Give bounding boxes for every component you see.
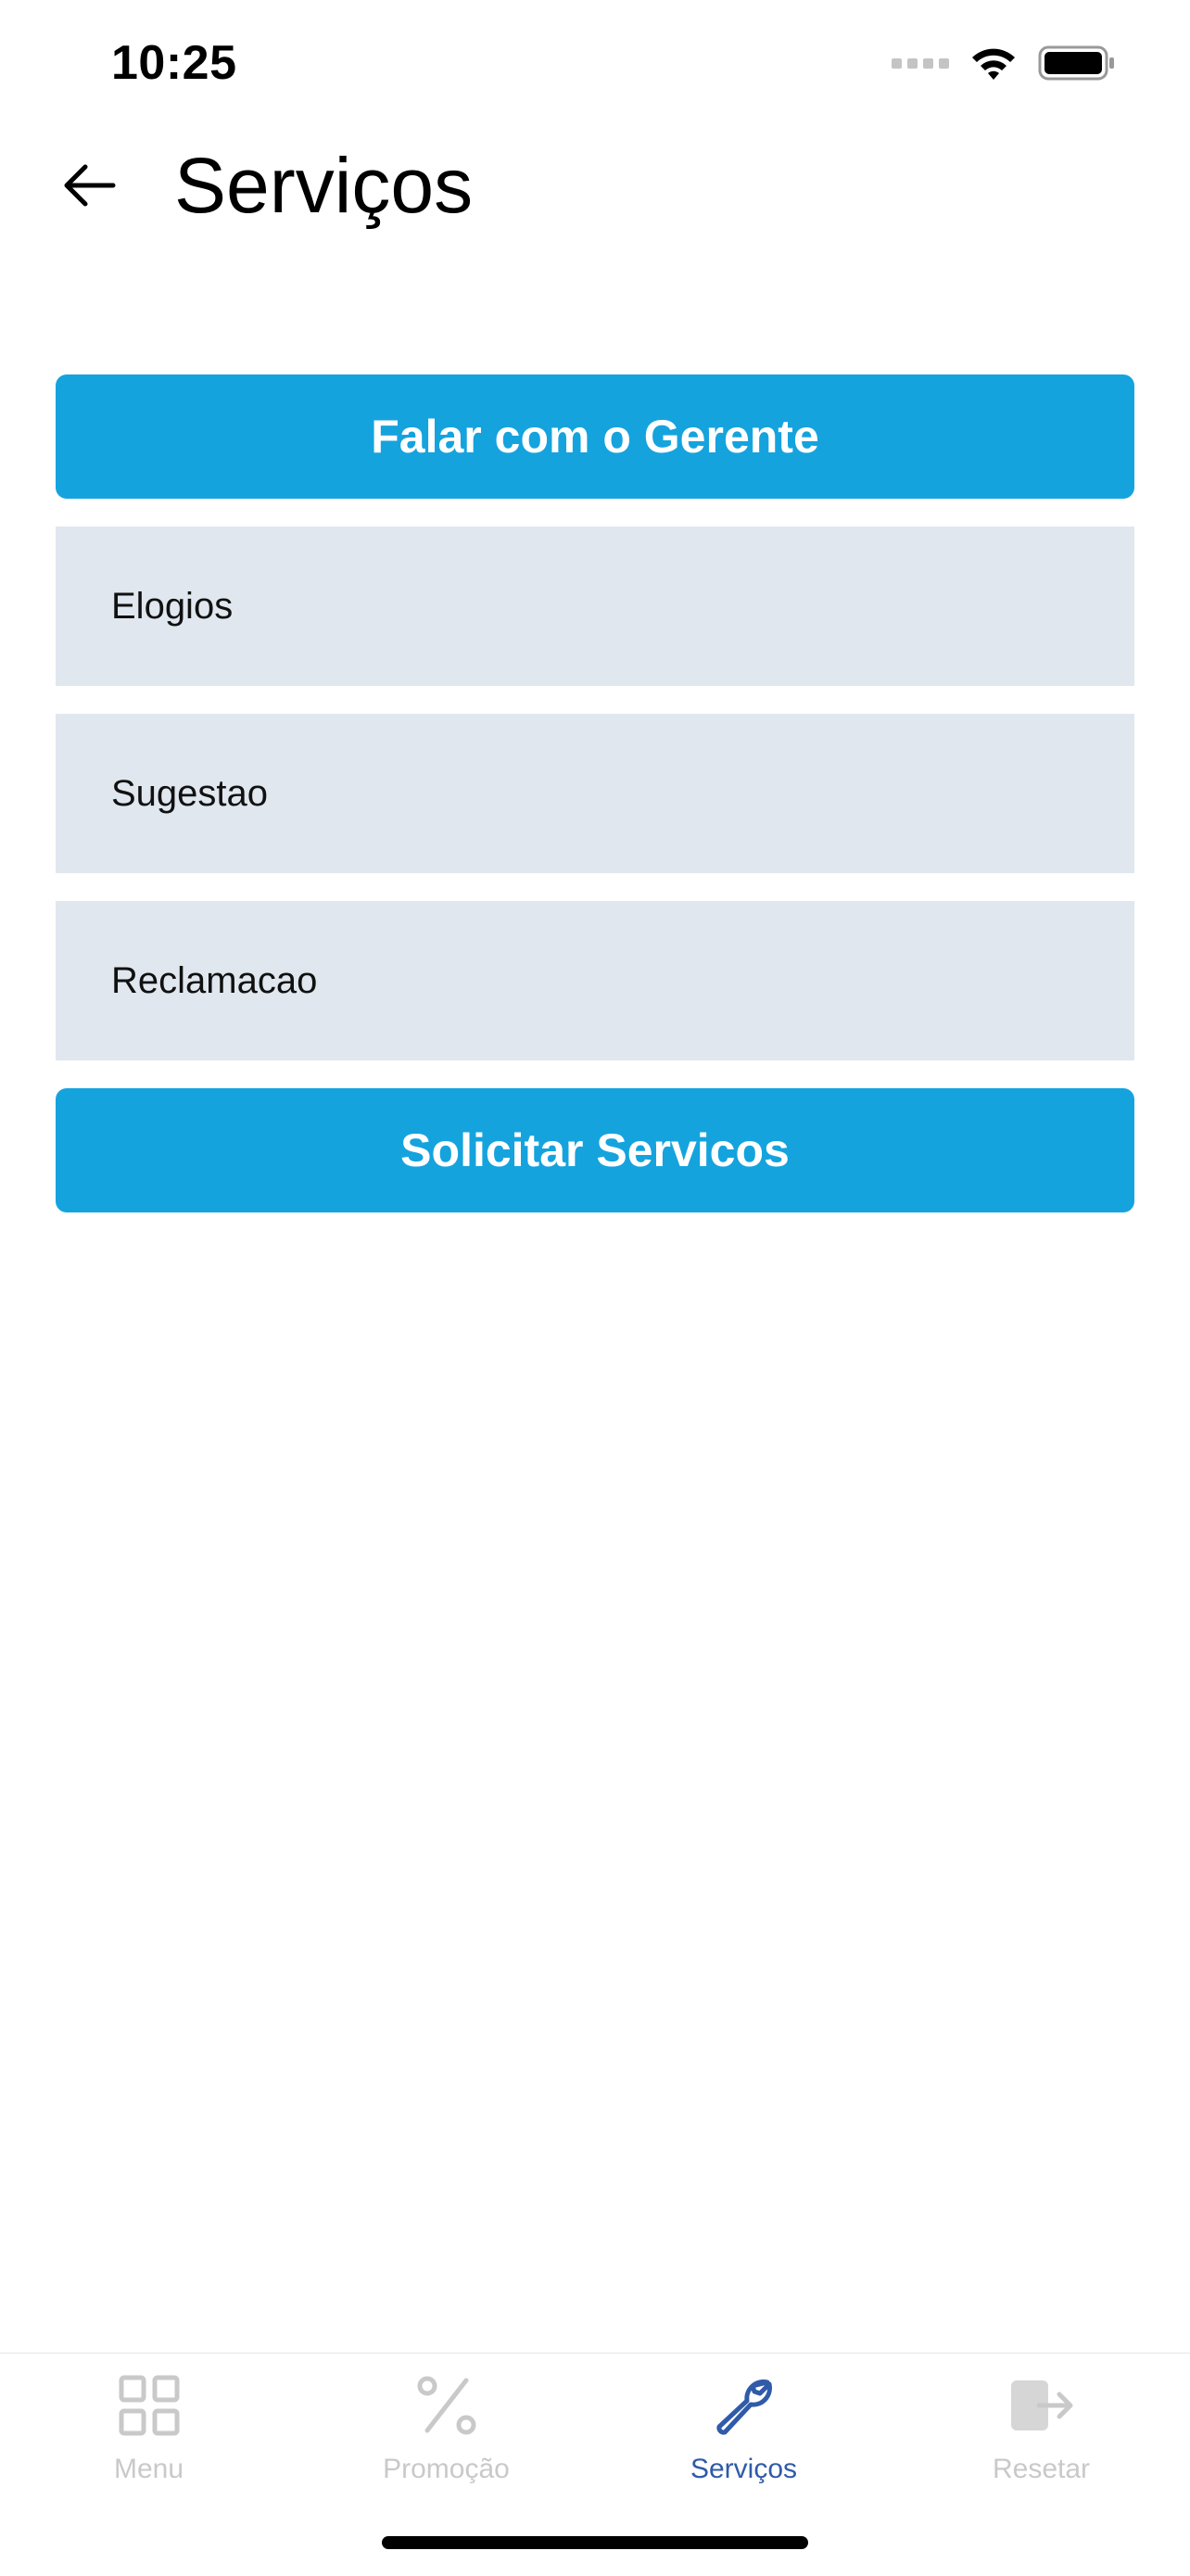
arrow-left-icon xyxy=(64,164,116,207)
wrench-icon xyxy=(707,2368,781,2443)
back-button[interactable] xyxy=(52,148,126,222)
logout-icon xyxy=(1005,2368,1079,2443)
request-services-button[interactable]: Solicitar Servicos xyxy=(56,1088,1134,1212)
wifi-icon xyxy=(972,48,1015,80)
tab-menu[interactable]: Menu xyxy=(0,2368,298,2507)
home-indicator xyxy=(382,2536,808,2549)
status-icons xyxy=(892,44,1116,82)
battery-icon xyxy=(1038,45,1114,81)
header: Serviços xyxy=(0,130,1190,241)
tab-label: Resetar xyxy=(992,2454,1091,2484)
option-sugestao[interactable]: Sugestao xyxy=(56,714,1134,873)
percent-icon xyxy=(410,2368,484,2443)
talk-to-manager-button[interactable]: Falar com o Gerente xyxy=(56,374,1134,499)
page-title: Serviços xyxy=(174,142,474,229)
option-label: Elogios xyxy=(111,585,234,627)
tab-servicos[interactable]: Serviços xyxy=(595,2368,892,2507)
status-time: 10:25 xyxy=(111,36,237,90)
tab-promocao[interactable]: Promoção xyxy=(298,2368,595,2507)
signal-icon xyxy=(892,57,949,69)
tab-resetar[interactable]: Resetar xyxy=(892,2368,1190,2507)
tab-label: Promoção xyxy=(383,2454,510,2484)
option-reclamacao[interactable]: Reclamacao xyxy=(56,901,1134,1060)
status-bar: 10:25 xyxy=(0,0,1190,130)
tab-label: Menu xyxy=(113,2454,184,2484)
option-label: Sugestao xyxy=(111,772,269,814)
option-label: Reclamacao xyxy=(111,959,318,1001)
option-elogios[interactable]: Elogios xyxy=(56,527,1134,686)
services-content: Falar com o Gerente Elogios Sugestao Rec… xyxy=(56,374,1134,1212)
tab-label: Serviços xyxy=(690,2454,798,2484)
grid-icon xyxy=(112,2368,186,2443)
